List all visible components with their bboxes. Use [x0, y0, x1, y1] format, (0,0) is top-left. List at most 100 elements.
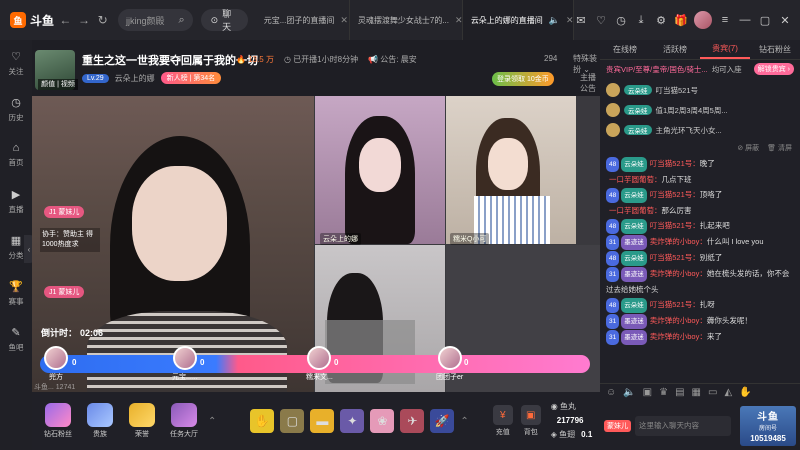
viewer-count: 294 — [544, 54, 558, 63]
app-logo[interactable]: 鱼 斗鱼 — [0, 0, 54, 40]
tab-yuanbao[interactable]: 元宝...团子的直播间 ✕ — [256, 0, 350, 40]
chevron-up-icon[interactable]: ⌃ — [208, 416, 216, 427]
tab-yunduo[interactable]: 云朵上的娜的直播间 🔈 ✕ — [462, 0, 574, 40]
chat-message[interactable]: 48 云朵娃 叮当猫521号：扎呀 — [606, 297, 794, 313]
host-category-badge: 颜值 | 视频 — [38, 79, 78, 90]
chat-input[interactable]: 这里输入聊天内容 — [635, 415, 731, 436]
tab-vip[interactable]: 贵宾(7) — [700, 40, 750, 59]
gift-item[interactable]: 🚀 — [430, 409, 455, 433]
list-item[interactable]: 云朵娃 值1周2周3周4周5周... — [606, 100, 794, 120]
fire-icon[interactable]: ◭ — [724, 387, 732, 398]
card-icon[interactable]: ▭ — [708, 387, 717, 398]
pk-seat[interactable]: 元宝...... — [172, 346, 198, 382]
gift-icon[interactable]: ▦ — [692, 387, 701, 398]
host-notice-button[interactable]: 主播公告 — [580, 72, 600, 94]
bag-icon[interactable]: ▣ — [643, 387, 652, 398]
host-level-badge: Lv.29 — [82, 73, 109, 83]
gift-item[interactable]: ✈ — [400, 409, 425, 433]
pk-seat[interactable]: 兜方 — [44, 346, 68, 382]
send-button[interactable]: 斗鱼 房间号 10519485 — [740, 405, 796, 446]
rail-events[interactable]: 🏆 赛事 — [0, 270, 32, 316]
close-icon[interactable]: ✕ — [566, 15, 573, 26]
host-name[interactable]: 云朵上的娜 — [115, 73, 155, 84]
noble-button[interactable]: 贵族 — [82, 403, 118, 439]
trophy-icon: 🏆 — [9, 280, 23, 293]
search-input[interactable]: jjking颜殿 ⌕ — [117, 9, 193, 31]
close-window-icon[interactable]: ✕ — [778, 13, 792, 27]
rail-fishbar[interactable]: ✎ 鱼吧 — [0, 316, 32, 362]
clear-screen-button[interactable]: 🗑 清屏 — [767, 143, 792, 153]
rank-badge[interactable]: 新人榜 | 第34名 — [160, 72, 222, 84]
backpack-icon: ▣ — [520, 405, 541, 425]
sound-icon[interactable]: 🔈 — [623, 387, 635, 398]
search-icon[interactable]: ⌕ — [178, 14, 184, 27]
chat-message[interactable]: 一口芋圆葡萄：几点下班 — [606, 172, 794, 187]
unlock-vip-button[interactable]: 解锁贵宾 › — [753, 63, 794, 75]
close-icon[interactable]: ✕ — [455, 15, 462, 26]
speaker-icon[interactable]: 🔈 — [549, 15, 560, 26]
block-button[interactable]: ⊘ 屏蔽 — [737, 143, 759, 153]
task-hall-button[interactable]: 任务大厅 — [166, 403, 202, 439]
back-icon[interactable]: ← — [58, 13, 73, 27]
pk-seat[interactable]: 糯米文... — [306, 346, 333, 382]
gift-item[interactable]: ✦ — [340, 409, 365, 433]
user-avatar[interactable] — [694, 11, 712, 29]
gift-item[interactable]: ▬ — [310, 409, 335, 433]
overlay-user-tag: J1 蒙妹儿 — [44, 206, 85, 218]
chat-message[interactable]: 48 云朵娃 叮当猫521号：别纸了 — [606, 250, 794, 266]
gift-item[interactable]: ▢ — [280, 409, 305, 433]
favorite-icon[interactable]: ♡ — [594, 13, 608, 27]
chat-message[interactable]: 31 墨迹迷 卖炸弹的小boy：她在梳头发的话，你不会过去给她梳个头 — [606, 266, 794, 297]
rail-live[interactable]: ▶ 直播 — [0, 178, 32, 224]
chat-message[interactable]: 48 云朵娃 叮当猫521号：晚了 — [606, 156, 794, 172]
sender-badge[interactable]: 蒙妹儿 — [604, 419, 631, 432]
recharge-button[interactable]: ¥ 充值 — [492, 405, 513, 437]
honor-button[interactable]: 荣誉 — [124, 403, 160, 439]
tab-diamond-fans[interactable]: 钻石粉丝 — [750, 40, 800, 59]
video-player[interactable]: 云朵上的娜 糯米Q小可 J1 蒙妹儿 协手：赞助主 得1000热度求 J1 蒙妹… — [32, 96, 600, 392]
left-rail: ♡ 关注 ◷ 历史 ⌂ 首页 ▶ 直播 ▦ 分类 🏆 赛事 ✎ 鱼吧 ‹ — [0, 40, 34, 450]
settings-icon[interactable]: ⚙ — [654, 13, 668, 27]
overlay-text: 协手：赞助主 得1000热度求 — [40, 228, 100, 252]
message-icon[interactable]: ✉ — [574, 13, 588, 27]
diamond-fans-button[interactable]: 钻石粉丝 — [40, 403, 76, 439]
forward-icon[interactable]: → — [77, 13, 92, 27]
chat-message[interactable]: 31 墨迹迷 卖炸弹的小boy：什么叫 I love you — [606, 234, 794, 250]
list-item[interactable]: 云朵娃 主角光环飞天小女... — [606, 120, 794, 140]
history-icon[interactable]: ◷ — [614, 13, 628, 27]
tab-linghun[interactable]: 灵魂摆渡舞少女战士7的... ✕ — [350, 0, 463, 40]
clock-icon: ◷ — [11, 96, 21, 109]
chevron-up-icon[interactable]: ⌃ — [460, 416, 468, 427]
chat-message[interactable]: 31 墨迹迷 卖炸弹的小boy：来了 — [606, 329, 794, 345]
rail-home[interactable]: ⌂ 首页 — [0, 132, 32, 178]
gift-item[interactable]: ✋ — [250, 409, 275, 433]
hand-icon[interactable]: ✋ — [739, 387, 751, 398]
crown-icon[interactable]: ♛ — [659, 387, 668, 398]
rail-follow[interactable]: ♡ 关注 — [0, 40, 32, 86]
close-icon[interactable]: ✕ — [340, 15, 348, 26]
maximize-icon[interactable]: ▢ — [758, 13, 772, 27]
download-icon[interactable]: ⤓ — [634, 13, 648, 27]
chat-message[interactable]: 48 云朵娃 叮当猫521号：扎起来吧 — [606, 218, 794, 234]
backpack-button[interactable]: ▣ 背包 — [520, 405, 541, 437]
tab-online-rank[interactable]: 在线榜 — [600, 40, 650, 59]
pk-seat[interactable]: 团团子er — [436, 346, 463, 382]
gift-item[interactable]: ❀ — [370, 409, 395, 433]
minimize-icon[interactable]: — — [738, 13, 752, 27]
refresh-icon[interactable]: ↻ — [95, 13, 110, 27]
pk-countdown: 倒计时： 02:06 — [41, 328, 104, 338]
host-avatar[interactable]: 颜值 | 视频 — [35, 50, 78, 90]
picture-icon[interactable]: ▤ — [675, 387, 684, 398]
emoji-icon[interactable]: ☺ — [606, 387, 616, 398]
chat-message[interactable]: 48 云朵娃 叮当猫521号：顶咯了 — [606, 187, 794, 203]
gift-icon[interactable]: 🎁 — [674, 13, 688, 27]
chat-message[interactable]: 31 墨迹迷 卖炸弹的小boy：薅你头发呢！ — [606, 313, 794, 329]
tab-active-rank[interactable]: 活跃榜 — [650, 40, 700, 59]
chat-button[interactable]: ⊙ 聊天 — [200, 9, 248, 32]
login-reward-button[interactable]: 登录领取 10金币 — [492, 72, 554, 86]
recharge-icon: ¥ — [492, 405, 513, 425]
list-item[interactable]: 云朵娃 叮当猫521号 — [606, 80, 794, 100]
chat-message[interactable]: 一口芋圆葡萄：那么厉害 — [606, 203, 794, 218]
menu-icon[interactable]: ≡ — [718, 13, 732, 27]
rail-history[interactable]: ◷ 历史 — [0, 86, 32, 132]
